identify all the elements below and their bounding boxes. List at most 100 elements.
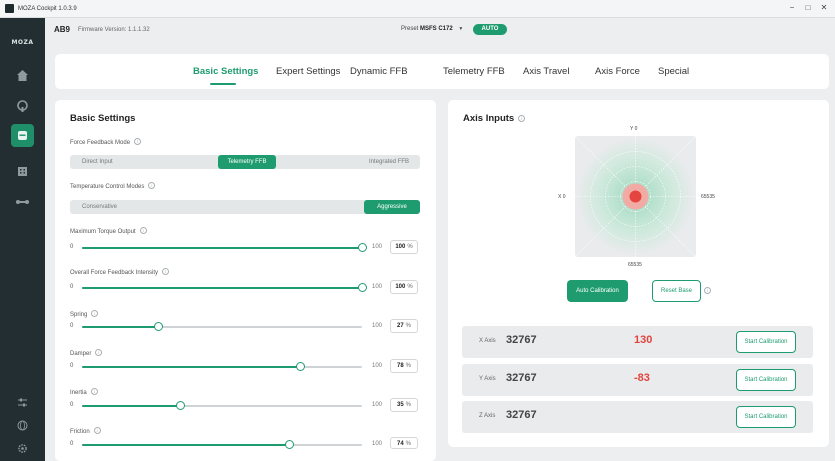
preset-label: Preset: [401, 26, 419, 32]
spring-value-input[interactable]: 27%: [390, 319, 418, 333]
ffb-mode-label: Force Feedback Mode i: [70, 138, 142, 146]
info-icon[interactable]: i: [134, 138, 142, 145]
info-icon[interactable]: i: [95, 349, 103, 356]
tab-telemetry-ffb[interactable]: Telemetry FFB: [443, 66, 505, 77]
tab-bar: [55, 54, 829, 89]
tab-basic-settings[interactable]: Basic Settings: [193, 66, 258, 77]
max-torque-label: Maximum Torque Output i: [70, 227, 147, 235]
ffb-option-direct-input[interactable]: Direct Input: [82, 155, 113, 169]
friction-slider[interactable]: [82, 440, 362, 449]
slider-handle[interactable]: [358, 243, 367, 252]
ffb-intensity-value-input[interactable]: 100%: [390, 280, 418, 294]
sidebar: MOZA: [0, 18, 45, 461]
slider-fill: [82, 247, 362, 249]
start-calibration-button[interactable]: Start Calibration: [736, 406, 796, 428]
building-icon: [18, 167, 27, 176]
info-icon[interactable]: i: [139, 227, 147, 234]
tab-axis-force[interactable]: Axis Force: [595, 66, 640, 77]
info-icon[interactable]: i: [93, 427, 101, 434]
slider-handle[interactable]: [176, 401, 185, 410]
spring-label: Spring i: [70, 310, 99, 318]
sidebar-item-settings-sliders[interactable]: [11, 391, 34, 414]
temp-mode-label-text: Temperature Control Modes: [70, 184, 145, 190]
info-icon[interactable]: i: [91, 310, 99, 317]
tab-axis-travel[interactable]: Axis Travel: [523, 66, 569, 77]
sidebar-item-base[interactable]: [11, 124, 34, 147]
unit-text: %: [405, 323, 412, 329]
ffb-option-integrated-ffb[interactable]: Integrated FFB: [369, 155, 409, 169]
info-icon[interactable]: i: [162, 268, 170, 275]
value-text: 27: [396, 323, 404, 329]
damper-value-input[interactable]: 78%: [390, 359, 418, 373]
friction-label: Friction i: [70, 427, 101, 435]
auto-badge[interactable]: AUTO: [473, 24, 507, 35]
gear-icon: [18, 444, 27, 453]
maximize-button[interactable]: □: [801, 2, 815, 14]
damper-slider[interactable]: [82, 362, 362, 371]
slider-max: 100: [372, 323, 383, 329]
sidebar-item-building[interactable]: [11, 159, 34, 182]
start-calibration-button[interactable]: Start Calibration: [736, 369, 796, 391]
pedals-icon: [16, 200, 29, 204]
slider-fill: [82, 405, 180, 407]
sidebar-item-gear[interactable]: [11, 437, 34, 460]
ffb-mode-segmented: Direct Input Telemetry FFB Integrated FF…: [70, 155, 420, 169]
sidebar-item-language[interactable]: [11, 414, 34, 437]
axis-raw-value: 32767: [506, 372, 537, 384]
damper-label: Damper i: [70, 349, 103, 357]
spring-slider[interactable]: [82, 322, 362, 331]
spring-label-text: Spring: [70, 312, 88, 318]
max-torque-value-input[interactable]: 100%: [390, 240, 418, 254]
slider-handle[interactable]: [358, 283, 367, 292]
sidebar-item-home[interactable]: [11, 64, 34, 87]
slider-max: 100: [372, 244, 383, 250]
info-icon[interactable]: i: [90, 388, 98, 395]
axis-name: Y Axis: [479, 376, 496, 382]
slider-min: 0: [70, 284, 74, 290]
unit-text: %: [405, 441, 412, 447]
axis-position-visualizer: [575, 136, 696, 257]
tab-dynamic-ffb[interactable]: Dynamic FFB: [350, 66, 408, 77]
start-calibration-button[interactable]: Start Calibration: [736, 331, 796, 353]
reset-base-button[interactable]: Reset Base: [652, 280, 701, 302]
axis-name: X Axis: [479, 338, 496, 344]
minimize-button[interactable]: −: [785, 2, 799, 14]
inertia-slider[interactable]: [82, 401, 362, 410]
inertia-value-input[interactable]: 35%: [390, 398, 418, 412]
tab-expert-settings[interactable]: Expert Settings: [276, 66, 340, 77]
ffb-intensity-slider[interactable]: [82, 283, 367, 292]
info-icon[interactable]: i: [704, 287, 711, 294]
tab-special[interactable]: Special: [658, 66, 689, 77]
temp-mode-label: Temperature Control Modes i: [70, 182, 156, 190]
slider-max: 100: [372, 284, 383, 290]
slider-handle[interactable]: [153, 322, 163, 331]
auto-calibration-button[interactable]: Auto Calibration: [567, 280, 628, 302]
base-device-icon: [18, 131, 27, 140]
panel-title-basic-settings: Basic Settings: [70, 113, 136, 124]
y-axis-top-label: Y 0: [630, 126, 638, 132]
slider-max: 100: [372, 402, 383, 408]
unit-text: %: [407, 244, 413, 250]
temp-option-aggressive[interactable]: Aggressive: [364, 200, 420, 214]
inertia-label: Inertia i: [70, 388, 98, 396]
slider-fill: [82, 287, 362, 289]
info-icon[interactable]: i: [148, 182, 156, 189]
ffb-option-telemetry-ffb[interactable]: Telemetry FFB: [218, 155, 276, 169]
active-tab-indicator: [210, 83, 236, 85]
temp-option-conservative[interactable]: Conservative: [82, 200, 117, 214]
damper-label-text: Damper: [70, 351, 92, 357]
value-text: 35: [396, 402, 404, 408]
slider-fill: [82, 366, 301, 368]
sidebar-item-pedals[interactable]: [11, 190, 34, 213]
max-torque-slider[interactable]: [82, 243, 367, 252]
friction-value-input[interactable]: 74%: [390, 437, 418, 449]
value-text: 100: [395, 244, 406, 250]
sidebar-item-wheel[interactable]: [11, 95, 34, 118]
info-icon[interactable]: i: [518, 115, 526, 122]
home-icon: [17, 70, 28, 81]
close-button[interactable]: ✕: [817, 2, 831, 14]
device-model: AB9: [54, 25, 71, 34]
preset-selector[interactable]: Preset MSFS C172 ▼: [401, 26, 463, 32]
axis-radar-graphic: [575, 136, 696, 257]
axis-position-value: 130: [634, 334, 653, 346]
